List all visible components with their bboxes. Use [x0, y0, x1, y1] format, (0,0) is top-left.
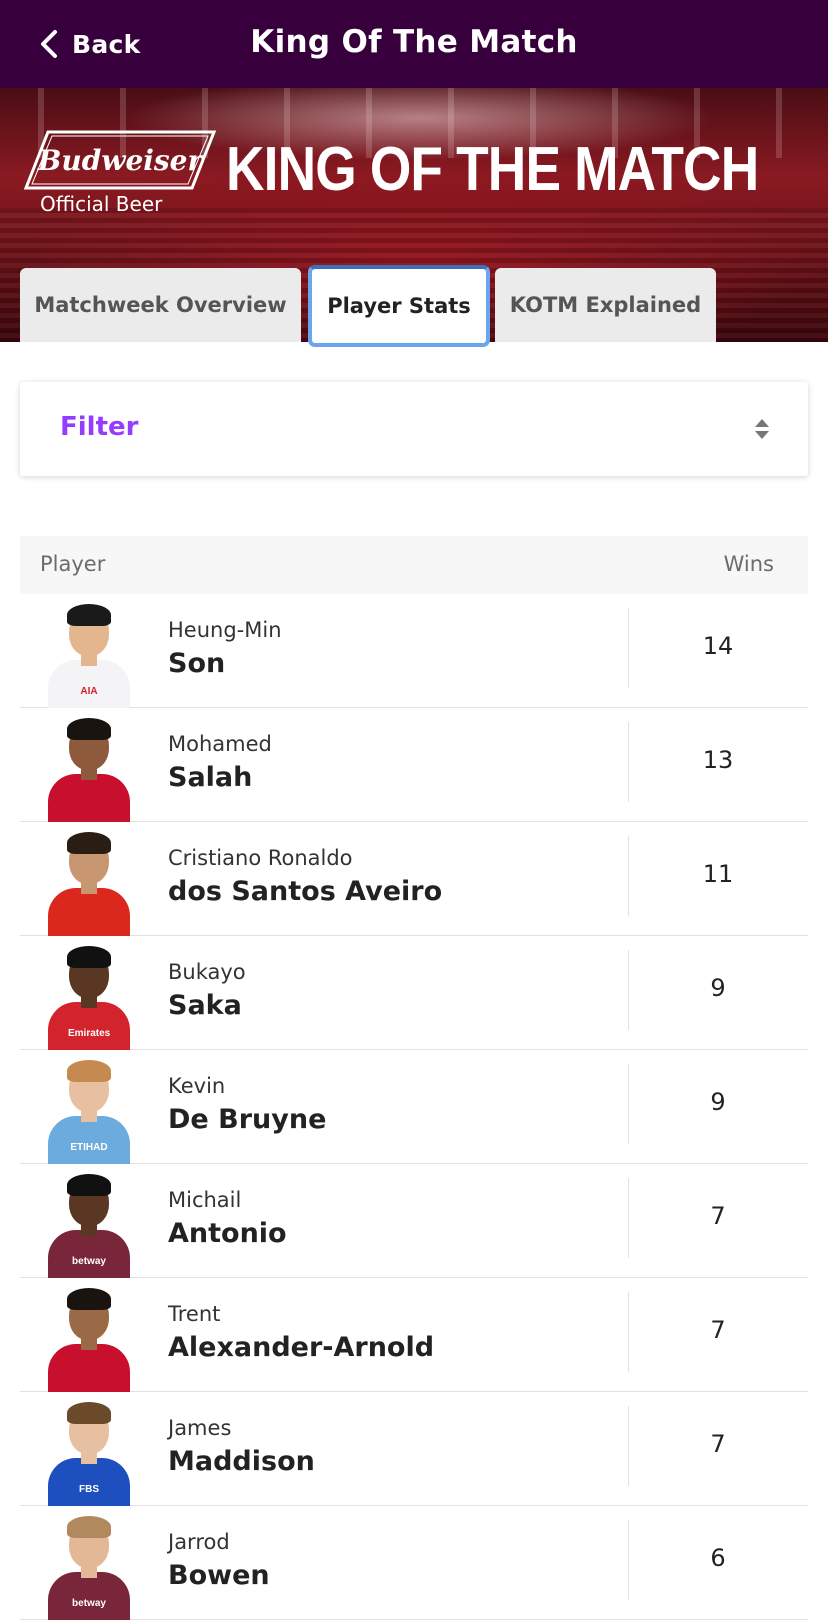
player-shirt	[48, 1002, 130, 1050]
player-shirt	[48, 1230, 130, 1278]
player-shirt	[48, 1344, 130, 1392]
shirt-sponsor: FBS	[79, 1484, 99, 1495]
player-last-name: Maddison	[168, 1446, 315, 1477]
player-wins: 9	[710, 974, 726, 1002]
player-photo: FBS	[46, 1398, 132, 1506]
player-photo: Emirates	[46, 942, 132, 1050]
shirt-sponsor: betway	[72, 1598, 106, 1609]
player-shirt	[48, 660, 130, 708]
shirt-sponsor: ETIHAD	[70, 1142, 108, 1153]
table-header: Player Wins	[20, 536, 808, 594]
player-first-name: Michail	[168, 1188, 242, 1212]
shirt-sponsor	[68, 800, 110, 812]
player-hair	[67, 604, 111, 626]
filter-label: Filter	[60, 412, 139, 442]
player-first-name: Heung-Min	[168, 618, 282, 642]
player-photo	[46, 828, 132, 936]
player-shirt	[48, 1572, 130, 1620]
player-photo: AIA	[46, 600, 132, 708]
player-last-name: Alexander-Arnold	[168, 1332, 435, 1363]
shirt-sponsor: AIA	[80, 686, 98, 697]
player-shirt	[48, 888, 130, 936]
tab-player-stats[interactable]: Player Stats	[308, 265, 490, 347]
player-last-name: Saka	[168, 990, 242, 1021]
table-row[interactable]: Cristiano Ronaldo dos Santos Aveiro 11	[20, 822, 808, 936]
player-hair	[67, 832, 111, 854]
player-photo	[46, 1284, 132, 1392]
tab-matchweek-overview[interactable]: Matchweek Overview	[20, 268, 301, 342]
table-row[interactable]: FBS James Maddison 7	[20, 1392, 808, 1506]
player-shirt	[48, 774, 130, 822]
brand-subtitle: Official Beer	[40, 192, 163, 216]
player-hair	[67, 1288, 111, 1310]
player-first-name: Jarrod	[168, 1530, 230, 1554]
table-row[interactable]: Mohamed Salah 13	[20, 708, 808, 822]
player-first-name: Trent	[168, 1302, 221, 1326]
column-header-player: Player	[40, 552, 106, 576]
player-wins: 7	[710, 1430, 726, 1458]
player-last-name: Son	[168, 648, 226, 679]
player-first-name: Kevin	[168, 1074, 226, 1098]
player-shirt	[48, 1458, 130, 1506]
player-photo: ETIHAD	[46, 1056, 132, 1164]
player-photo: betway	[46, 1512, 132, 1620]
player-wins: 11	[702, 860, 734, 888]
player-hair	[67, 718, 111, 740]
player-wins: 13	[702, 746, 734, 774]
shirt-sponsor: betway	[72, 1256, 106, 1267]
player-photo	[46, 714, 132, 822]
player-first-name: James	[168, 1416, 232, 1440]
sort-icon	[755, 419, 769, 439]
table-row[interactable]: betway Michail Antonio 7	[20, 1164, 808, 1278]
player-last-name: Antonio	[168, 1218, 287, 1249]
player-last-name: dos Santos Aveiro	[168, 876, 443, 907]
top-bar: Back King Of The Match	[0, 0, 828, 88]
page-title: King Of The Match	[250, 24, 578, 60]
player-hair	[67, 1402, 111, 1424]
shirt-sponsor: Emirates	[68, 1028, 111, 1039]
player-hair	[67, 1516, 111, 1538]
player-last-name: Salah	[168, 762, 253, 793]
player-wins: 14	[702, 632, 734, 660]
player-wins: 9	[710, 1088, 726, 1116]
table-row[interactable]: Trent Alexander-Arnold 7	[20, 1278, 808, 1392]
budweiser-logo: Budweiser	[23, 130, 217, 190]
table-row[interactable]: Emirates Bukayo Saka 9	[20, 936, 808, 1050]
player-wins: 7	[710, 1202, 726, 1230]
table-row[interactable]: AIA Heung-Min Son 14	[20, 594, 808, 708]
table-row[interactable]: ETIHAD Kevin De Bruyne 9	[20, 1050, 808, 1164]
shirt-sponsor	[68, 1370, 110, 1382]
brand-name: Budweiser	[37, 144, 205, 177]
column-header-wins: Wins	[723, 552, 774, 576]
player-last-name: Bowen	[168, 1560, 270, 1591]
player-first-name: Bukayo	[168, 960, 246, 984]
player-wins: 6	[710, 1544, 726, 1572]
player-shirt	[48, 1116, 130, 1164]
player-hair	[67, 1060, 111, 1082]
player-wins: 7	[710, 1316, 726, 1344]
shirt-sponsor	[68, 914, 110, 926]
banner-heading: KING OF THE MATCH	[226, 135, 759, 204]
player-photo: betway	[46, 1170, 132, 1278]
table-row[interactable]: betway Jarrod Bowen 6	[20, 1506, 808, 1620]
filter-dropdown[interactable]: Filter	[20, 382, 808, 476]
player-hair	[67, 1174, 111, 1196]
player-first-name: Cristiano Ronaldo	[168, 846, 353, 870]
player-last-name: De Bruyne	[168, 1104, 327, 1135]
player-hair	[67, 946, 111, 968]
player-first-name: Mohamed	[168, 732, 272, 756]
tab-kotm-explained[interactable]: KOTM Explained	[495, 268, 716, 342]
